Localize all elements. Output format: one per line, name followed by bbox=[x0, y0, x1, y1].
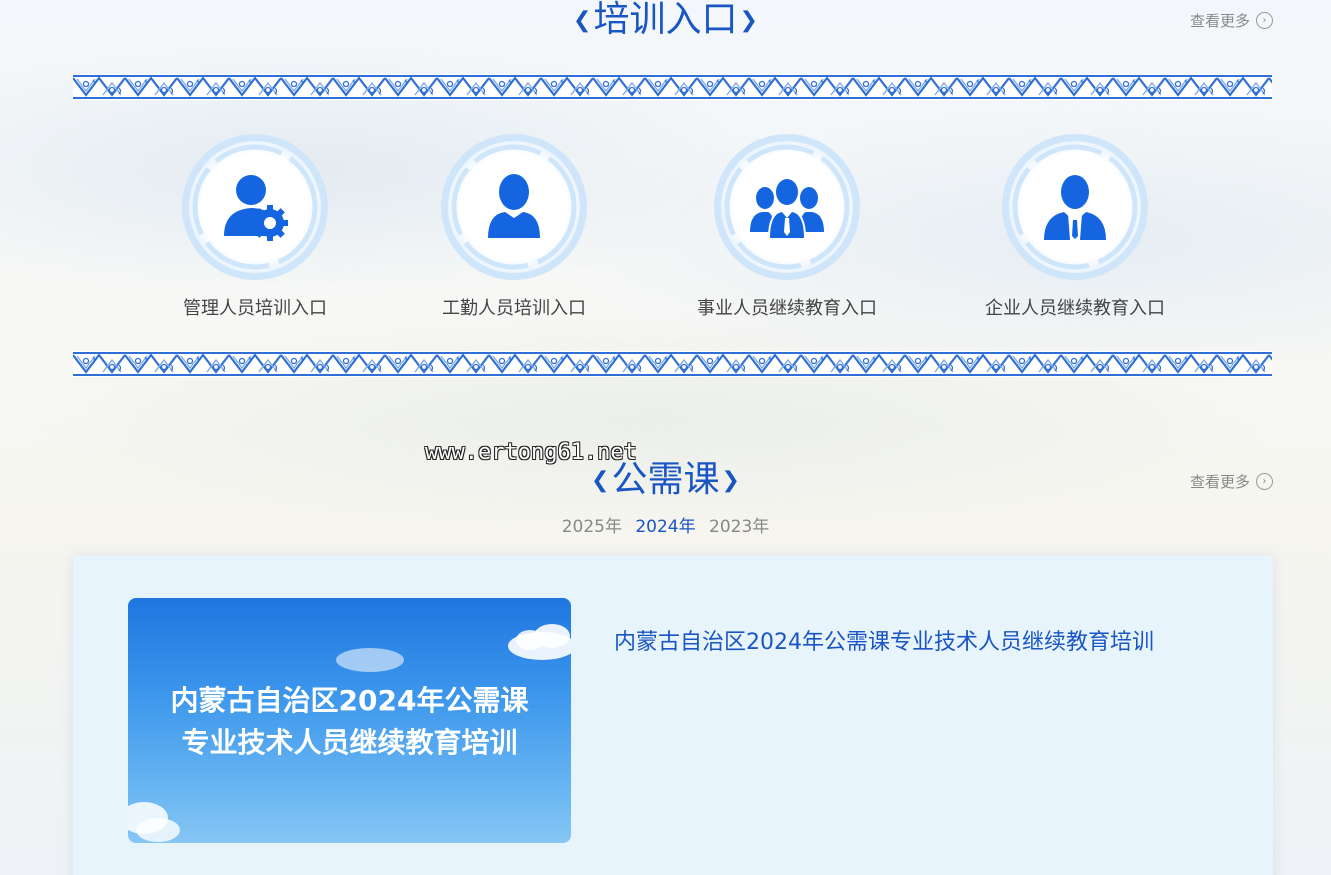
entry-label: 工勤人员培训入口 bbox=[442, 298, 586, 319]
year-tab-2023[interactable]: 2023年 bbox=[709, 517, 769, 537]
title-ornament-left-icon: ❮ bbox=[591, 468, 610, 493]
entry-label: 事业人员继续教育入口 bbox=[697, 298, 877, 319]
user-icon bbox=[441, 134, 587, 280]
title-ornament-right-icon: ❯ bbox=[721, 468, 740, 493]
entry-ring bbox=[180, 132, 330, 282]
entry-ring bbox=[712, 132, 862, 282]
cloud-icon bbox=[336, 648, 404, 672]
group-users-icon bbox=[714, 134, 860, 280]
public-course-section-title: ❮公需课❯ bbox=[0, 460, 1331, 501]
chevron-right-icon: › bbox=[1256, 12, 1273, 29]
year-tabs: 2025年 2024年 2023年 bbox=[0, 512, 1331, 537]
entry-enterprise-education[interactable]: 企业人员继续教育入口 bbox=[965, 132, 1185, 320]
training-section-title: ❮培训入口❯ bbox=[0, 0, 1331, 41]
chevron-right-icon: › bbox=[1256, 473, 1273, 490]
decorative-border-bottom bbox=[73, 351, 1272, 377]
thumbnail-title-line1: 内蒙古自治区2024年公需课 bbox=[170, 684, 529, 717]
course-title-link[interactable]: 内蒙古自治区2024年公需课专业技术人员继续教育培训 bbox=[614, 624, 1154, 656]
more-link-label: 查看更多 bbox=[1189, 473, 1250, 491]
year-tab-2025[interactable]: 2025年 bbox=[562, 517, 622, 537]
public-course-more-link[interactable]: 查看更多 › bbox=[1190, 471, 1273, 492]
thumbnail-title-line2: 专业技术人员继续教育培训 bbox=[181, 726, 518, 759]
training-title-text: 培训入口 bbox=[593, 0, 738, 40]
admin-user-gear-icon bbox=[182, 134, 328, 280]
entry-institution-education[interactable]: 事业人员继续教育入口 bbox=[677, 132, 897, 320]
entry-ring bbox=[439, 132, 589, 282]
watermark-text: www.ertong61.net bbox=[425, 440, 637, 465]
entry-label: 企业人员继续教育入口 bbox=[985, 298, 1165, 319]
title-ornament-left-icon: ❮ bbox=[573, 8, 592, 33]
entry-label: 管理人员培训入口 bbox=[183, 298, 327, 319]
cloud-icon bbox=[128, 802, 180, 842]
training-more-link[interactable]: 查看更多 › bbox=[1190, 10, 1273, 31]
title-ornament-right-icon: ❯ bbox=[739, 8, 758, 33]
cloud-icon bbox=[508, 624, 571, 660]
businessman-icon bbox=[1002, 134, 1148, 280]
course-thumbnail[interactable]: 内蒙古自治区2024年公需课 专业技术人员继续教育培训 bbox=[128, 598, 571, 843]
decorative-border-top bbox=[73, 74, 1272, 100]
more-link-label: 查看更多 bbox=[1189, 12, 1250, 30]
entry-logistics-training[interactable]: 工勤人员培训入口 bbox=[404, 132, 624, 320]
course-card: 内蒙古自治区2024年公需课 专业技术人员继续教育培训 内蒙古自治区2024年公… bbox=[73, 556, 1273, 875]
public-course-title-text: 公需课 bbox=[611, 459, 720, 500]
entry-management-training[interactable]: 管理人员培训入口 bbox=[145, 132, 365, 320]
entry-ring bbox=[1000, 132, 1150, 282]
year-tab-2024[interactable]: 2024年 bbox=[635, 517, 695, 537]
